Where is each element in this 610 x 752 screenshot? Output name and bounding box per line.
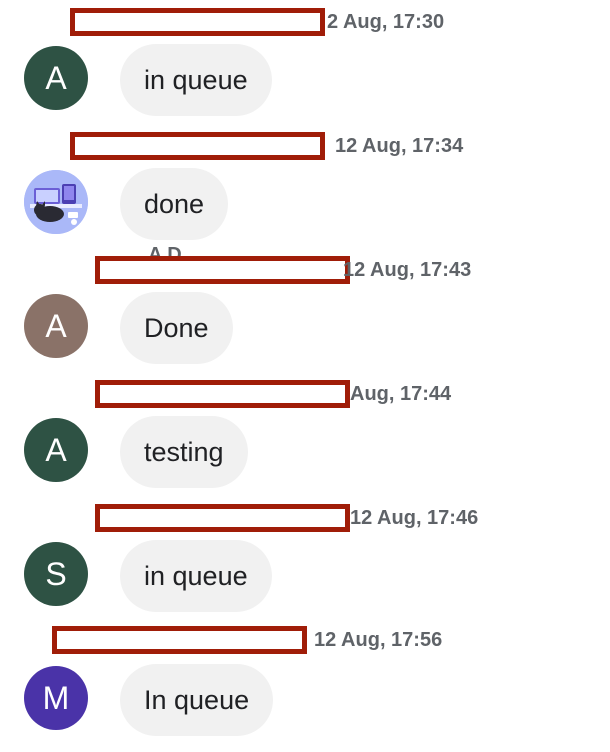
message-timestamp: 12 Aug, 17:56 (314, 629, 443, 651)
message-bubble[interactable]: Done (120, 292, 233, 364)
message-bubble[interactable]: In queue (120, 664, 274, 736)
redacted-sender-name (95, 256, 350, 284)
message-bubble[interactable]: in queue (120, 44, 272, 116)
message-timestamp: Aug, 17:44 (350, 383, 452, 405)
message-timestamp: 12 Aug, 17:34 (335, 135, 464, 157)
avatar[interactable]: M (24, 666, 88, 730)
message-bubble[interactable]: in queue (120, 540, 272, 612)
redacted-sender-name (95, 504, 350, 532)
chat-message: Aug, 17:44 A testing (0, 378, 610, 502)
redacted-sender-name (52, 626, 307, 654)
chat-message: 12 Aug, 17:34 done (0, 130, 610, 254)
message-timestamp: 12 Aug, 17:43 (343, 259, 472, 281)
avatar[interactable]: A (24, 46, 88, 110)
chat-message: A D 12 Aug, 17:43 A Done (0, 244, 610, 378)
message-bubble[interactable]: done (120, 168, 229, 240)
avatar[interactable]: A (24, 418, 88, 482)
chat-message: 12 Aug, 17:56 M In queue (0, 626, 610, 750)
illustration-avatar[interactable] (24, 170, 88, 234)
chat-message: 2 Aug, 17:30 A in queue (0, 6, 610, 130)
redacted-sender-name (95, 380, 350, 408)
message-bubble[interactable]: testing (120, 416, 248, 488)
redacted-sender-name (70, 132, 325, 160)
message-timestamp: 12 Aug, 17:46 (350, 507, 479, 529)
chat-message: 12 Aug, 17:46 S in queue (0, 502, 610, 626)
redacted-sender-name (70, 8, 325, 36)
message-timestamp: 2 Aug, 17:30 (327, 11, 445, 33)
avatar[interactable]: S (24, 542, 88, 606)
avatar[interactable]: A (24, 294, 88, 358)
